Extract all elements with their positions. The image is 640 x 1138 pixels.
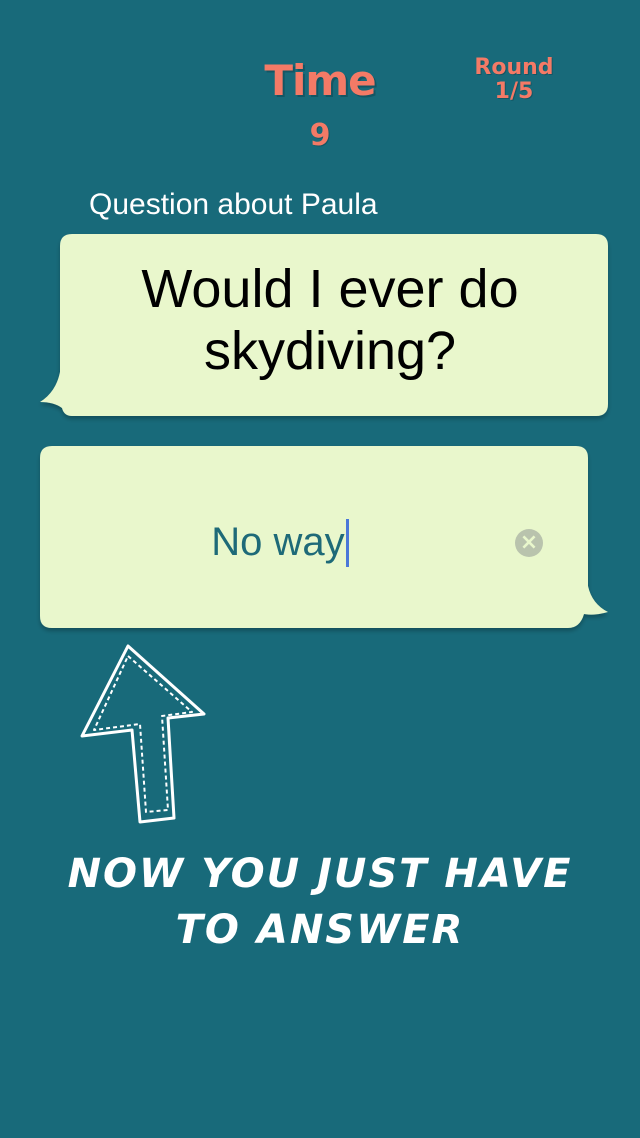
arrow-up-icon — [80, 644, 206, 824]
question-text: Would I ever do skydiving? — [70, 258, 590, 382]
question-line-1: Would I ever do — [141, 259, 519, 319]
instruction-line-1: NOW YOU JUST HAVE — [67, 851, 573, 897]
clear-icon[interactable]: × — [515, 529, 543, 557]
text-caret — [345, 518, 349, 567]
question-line-2: skydiving? — [203, 321, 457, 381]
instruction-text: NOW YOU JUST HAVE TO ANSWER — [30, 846, 610, 958]
answer-value[interactable]: No way — [211, 520, 344, 565]
instruction-line-2: TO ANSWER — [175, 907, 465, 953]
answer-input[interactable]: No way — [60, 505, 500, 580]
